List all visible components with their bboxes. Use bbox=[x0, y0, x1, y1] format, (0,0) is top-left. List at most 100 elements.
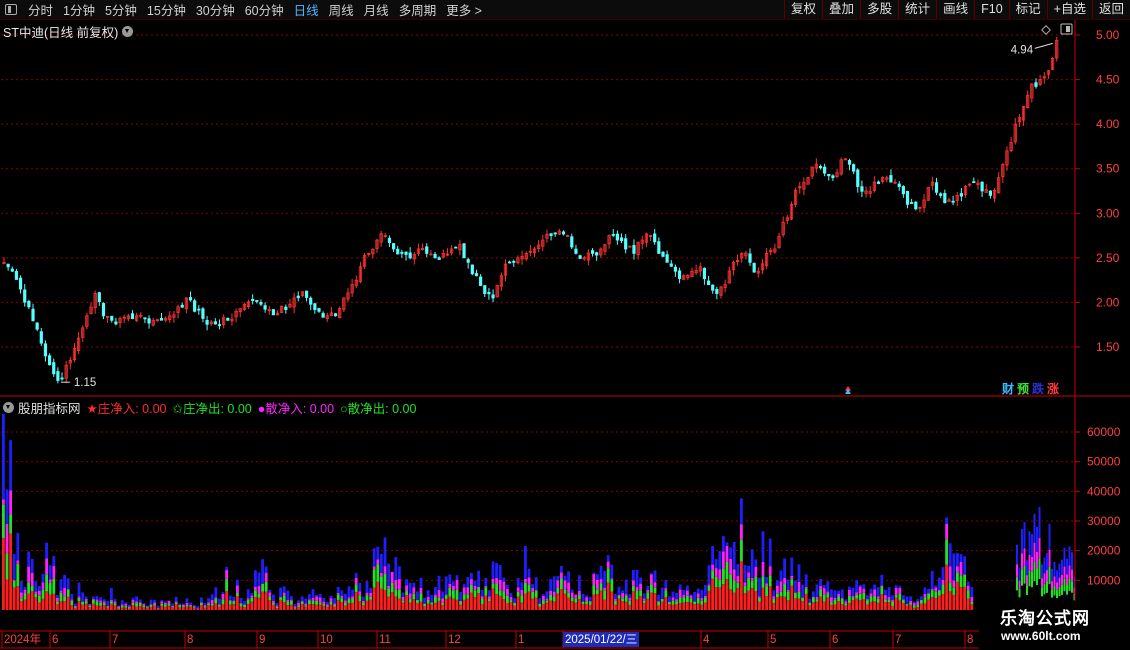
candle-body bbox=[624, 238, 628, 250]
indicator-bar bbox=[441, 598, 444, 603]
main-chart-title[interactable]: ST中迪(日线 前复权) bbox=[3, 22, 134, 41]
indicator-bar bbox=[221, 594, 225, 600]
indicator-bar bbox=[246, 589, 250, 599]
indicator-bar bbox=[257, 593, 261, 598]
indicator-bar bbox=[9, 514, 12, 534]
indicator-bar bbox=[12, 580, 16, 588]
candle-body bbox=[549, 233, 553, 236]
indicator-bar bbox=[84, 601, 88, 604]
indicator-bar bbox=[128, 607, 131, 609]
indicator-bar bbox=[354, 592, 358, 610]
indicator-bar bbox=[718, 569, 722, 581]
chevron-down-icon[interactable] bbox=[3, 402, 14, 413]
indicator-bar bbox=[534, 597, 538, 610]
indicator-bar bbox=[884, 595, 887, 600]
indicator-bar bbox=[135, 596, 138, 602]
indicator-bar bbox=[362, 602, 365, 606]
candle-body bbox=[939, 193, 943, 196]
indicator-bar bbox=[959, 587, 963, 610]
indicator-bar bbox=[621, 593, 624, 599]
indicator-bar bbox=[34, 593, 38, 598]
indicator-bar bbox=[743, 582, 747, 586]
indicator-bar bbox=[272, 604, 275, 610]
indicator-bar bbox=[930, 597, 934, 610]
indicator-header[interactable]: 股朋指标网 ★庄净入: 0.00 ✩庄净出: 0.00 ●散净入: 0.00 ○散净出… bbox=[3, 398, 422, 417]
stock-chart[interactable]: 5.00 4.50 4.00 3.50 3.00 2.50 2.00 1.50 60000 500… bbox=[0, 0, 1130, 650]
indicator-bar bbox=[941, 579, 945, 585]
indicator-bar bbox=[930, 588, 934, 591]
candle-body bbox=[619, 237, 624, 242]
indicator-bar bbox=[1021, 528, 1023, 554]
low-price-label: 1.15 bbox=[74, 377, 96, 389]
indicator-bar bbox=[599, 583, 603, 591]
candle-body bbox=[661, 251, 665, 257]
indicator-bar bbox=[272, 602, 275, 605]
indicator-bar bbox=[592, 572, 596, 575]
indicator-bar bbox=[59, 601, 63, 610]
indicator-bar bbox=[840, 597, 844, 599]
indicator-bar bbox=[891, 600, 894, 602]
indicator-bar bbox=[48, 582, 52, 595]
indicator-bar bbox=[383, 573, 387, 591]
indicator-bar bbox=[714, 559, 718, 569]
info-badge[interactable]: 预 bbox=[1016, 382, 1030, 396]
indicator-bar bbox=[848, 586, 851, 590]
indicator-bar bbox=[434, 594, 437, 598]
indicator-bar bbox=[311, 600, 315, 605]
indicator-bar bbox=[236, 579, 239, 586]
indicator-bar bbox=[41, 589, 45, 599]
indicator-bar bbox=[466, 577, 470, 588]
indicator-bar bbox=[632, 585, 635, 591]
indicator-bar bbox=[560, 565, 563, 573]
indicator-bar bbox=[923, 603, 927, 610]
info-badge[interactable]: 涨 bbox=[1046, 382, 1060, 396]
candle-body bbox=[665, 254, 669, 263]
indicator-bar bbox=[488, 590, 491, 597]
indicator-bar bbox=[797, 581, 801, 592]
indicator-bar bbox=[279, 597, 282, 600]
indicator-bar bbox=[970, 596, 974, 602]
indicator-bar bbox=[916, 599, 920, 602]
indicator-bar bbox=[596, 589, 599, 595]
indicator-bar bbox=[520, 582, 524, 591]
indicator-bar bbox=[200, 603, 203, 606]
price-tick-label: 4.00 bbox=[1096, 117, 1120, 131]
indicator-bar bbox=[844, 603, 848, 606]
indicator-bar bbox=[254, 596, 257, 610]
chevron-down-icon[interactable] bbox=[122, 26, 134, 37]
time-axis-label: 9 bbox=[259, 634, 265, 646]
indicator-bar bbox=[664, 590, 668, 598]
indicator-bar bbox=[956, 581, 959, 610]
indicator-bar bbox=[711, 578, 714, 610]
indicator-bar bbox=[876, 598, 880, 603]
indicator-bar bbox=[207, 598, 210, 603]
info-badge[interactable]: 财 bbox=[1001, 382, 1015, 396]
indicator-bar bbox=[718, 587, 722, 610]
indicator-bar bbox=[41, 573, 45, 583]
indicator-bar bbox=[585, 597, 588, 602]
indicator-bar bbox=[1053, 561, 1056, 577]
indicator-bar bbox=[848, 602, 851, 610]
stock-title: ST中迪(日线 前复权) bbox=[3, 26, 119, 40]
indicator-bar bbox=[664, 597, 668, 610]
indicator-bar bbox=[376, 581, 380, 610]
indicator-bar bbox=[459, 592, 462, 601]
indicator-bar bbox=[45, 591, 48, 610]
candle-body bbox=[47, 355, 52, 366]
indicator-bar bbox=[365, 580, 369, 593]
candle-body bbox=[715, 289, 719, 294]
info-badge[interactable]: 跌 bbox=[1031, 382, 1045, 396]
indicator-bar bbox=[124, 602, 128, 604]
indicator-bar bbox=[372, 587, 376, 610]
candle-body bbox=[391, 243, 396, 250]
indicator-bar bbox=[423, 606, 426, 610]
indicator-bar bbox=[740, 539, 743, 562]
info-badges: 财预跌涨 bbox=[1001, 382, 1061, 396]
indicator-bar bbox=[290, 604, 293, 610]
indicator-bar bbox=[470, 592, 473, 610]
indicator-bar bbox=[675, 601, 678, 605]
indicator-bar bbox=[761, 587, 765, 610]
candle-body bbox=[147, 318, 151, 324]
candle-body bbox=[914, 201, 918, 210]
indicator-bar bbox=[808, 598, 812, 603]
